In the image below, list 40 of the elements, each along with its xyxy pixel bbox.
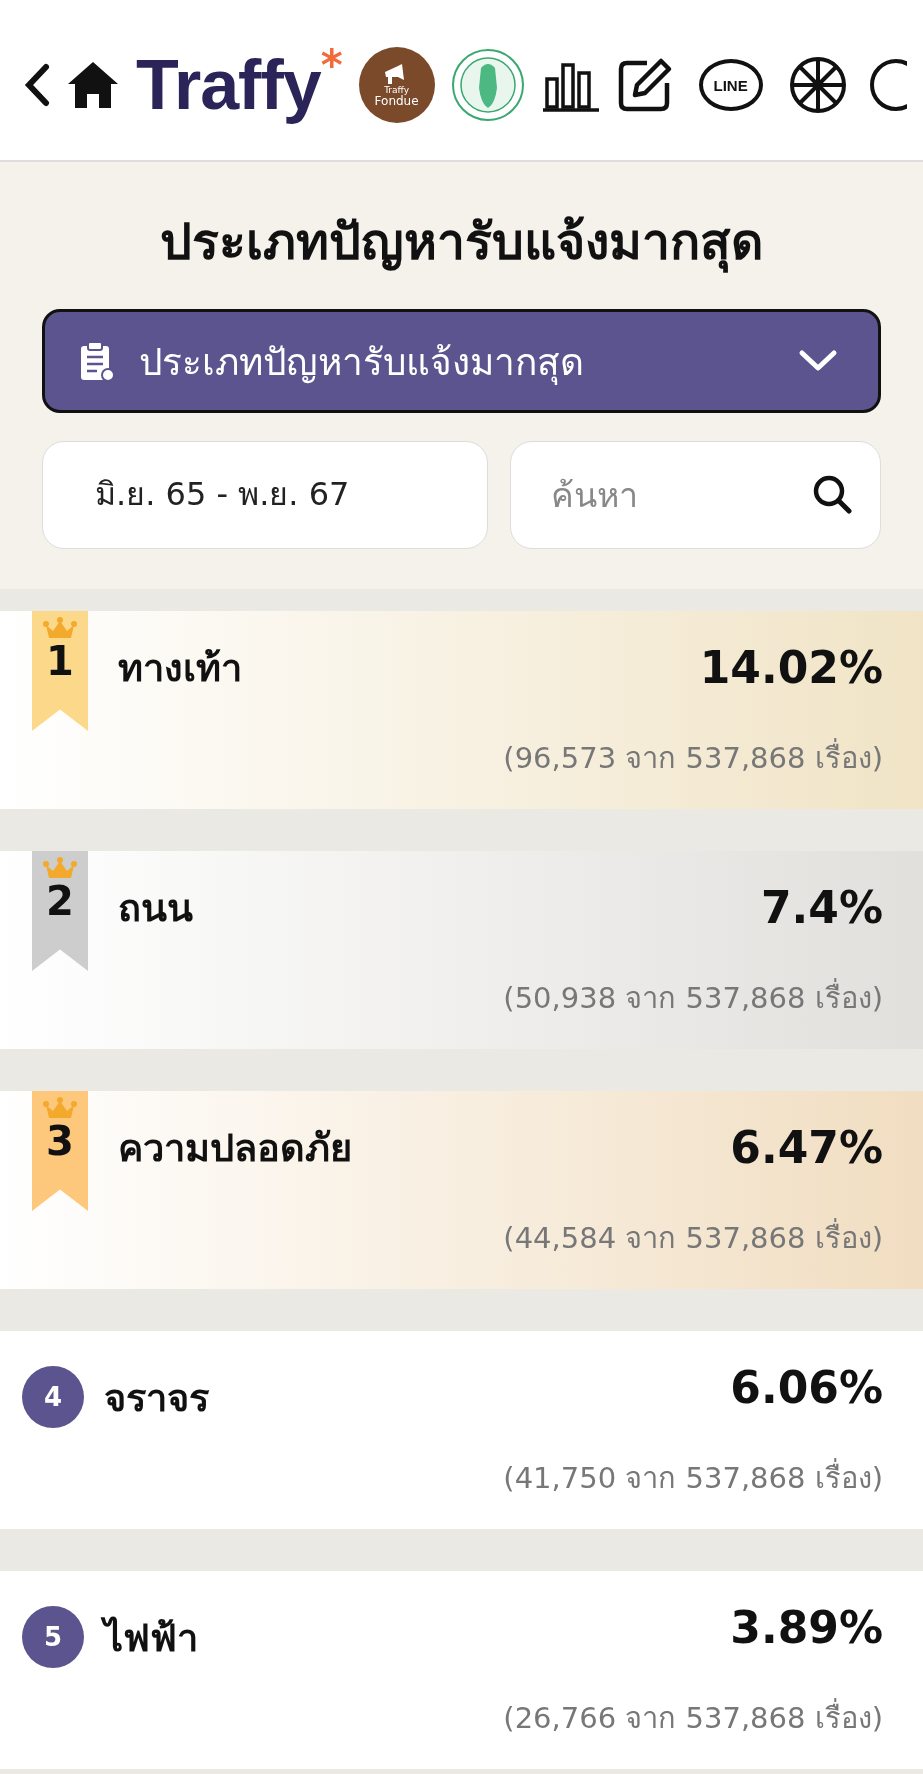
report-count: (44,584 จาก 537,868 เรื่อง) xyxy=(503,1215,883,1261)
report-count: (41,750 จาก 537,868 เรื่อง) xyxy=(503,1455,883,1501)
percentage: 6.06% xyxy=(730,1361,883,1413)
percentage: 7.4% xyxy=(760,881,883,933)
rank-badge: 4 xyxy=(22,1366,84,1428)
ranking-card[interactable]: 5 ไฟฟ้า 3.89% (26,766 จาก 537,868 เรื่อง) xyxy=(0,1571,923,1769)
date-range-field[interactable]: มิ.ย. 65 - พ.ย. 67 xyxy=(42,441,488,549)
crown-icon xyxy=(43,857,77,879)
ranking-card[interactable]: 2 ถนน 7.4% (50,938 จาก 537,868 เรื่อง) xyxy=(0,851,923,1049)
search-field[interactable]: ค้นหา xyxy=(509,441,881,549)
rank-ribbon: 2 xyxy=(32,851,88,971)
ranking-card[interactable]: 3 ความปลอดภัย 6.47% (44,584 จาก 537,868 เรื่อง) xyxy=(0,1091,923,1289)
category-name: ความปลอดภัย xyxy=(118,1124,353,1172)
rank-ribbon: 3 xyxy=(32,1091,88,1211)
fondue-logo[interactable]: Traffy Fondue xyxy=(358,47,435,123)
category-name: ถนน xyxy=(118,884,194,932)
report-count: (50,938 จาก 537,868 เรื่อง) xyxy=(503,975,883,1021)
ranking-card[interactable]: 4 จราจร 6.06% (41,750 จาก 537,868 เรื่อง) xyxy=(0,1331,923,1529)
percentage: 3.89% xyxy=(730,1601,883,1653)
seal-icon[interactable] xyxy=(450,48,525,122)
rank-ribbon: 1 xyxy=(32,611,88,731)
rank-badge: 5 xyxy=(22,1606,84,1668)
chevron-down-icon xyxy=(798,349,838,373)
home-icon[interactable] xyxy=(66,60,120,110)
percentage: 6.47% xyxy=(730,1121,883,1173)
crown-icon xyxy=(43,617,77,639)
search-icon xyxy=(811,473,855,517)
category-dropdown[interactable]: ประเภทปัญหารับแจ้งมากสุด xyxy=(42,309,881,413)
traffy-logo[interactable]: Traffy* xyxy=(136,45,343,125)
page-title: ประเภทปัญหารับแจ้งมากสุด xyxy=(159,212,764,275)
category-name: ทางเท้า xyxy=(118,644,243,692)
ranking-card[interactable]: 1 ทางเท้า 14.02% (96,573 จาก 537,868 เรื่อง) xyxy=(0,611,923,809)
report-count: (26,766 จาก 537,868 เรื่อง) xyxy=(503,1695,883,1741)
clipboard-icon xyxy=(79,340,115,382)
category-name: จราจร xyxy=(104,1374,210,1422)
percentage: 14.02% xyxy=(699,641,883,693)
back-icon[interactable] xyxy=(24,63,50,107)
edit-icon[interactable] xyxy=(616,57,673,113)
crown-icon xyxy=(43,1097,77,1119)
report-count: (96,573 จาก 537,868 เรื่อง) xyxy=(503,735,883,781)
